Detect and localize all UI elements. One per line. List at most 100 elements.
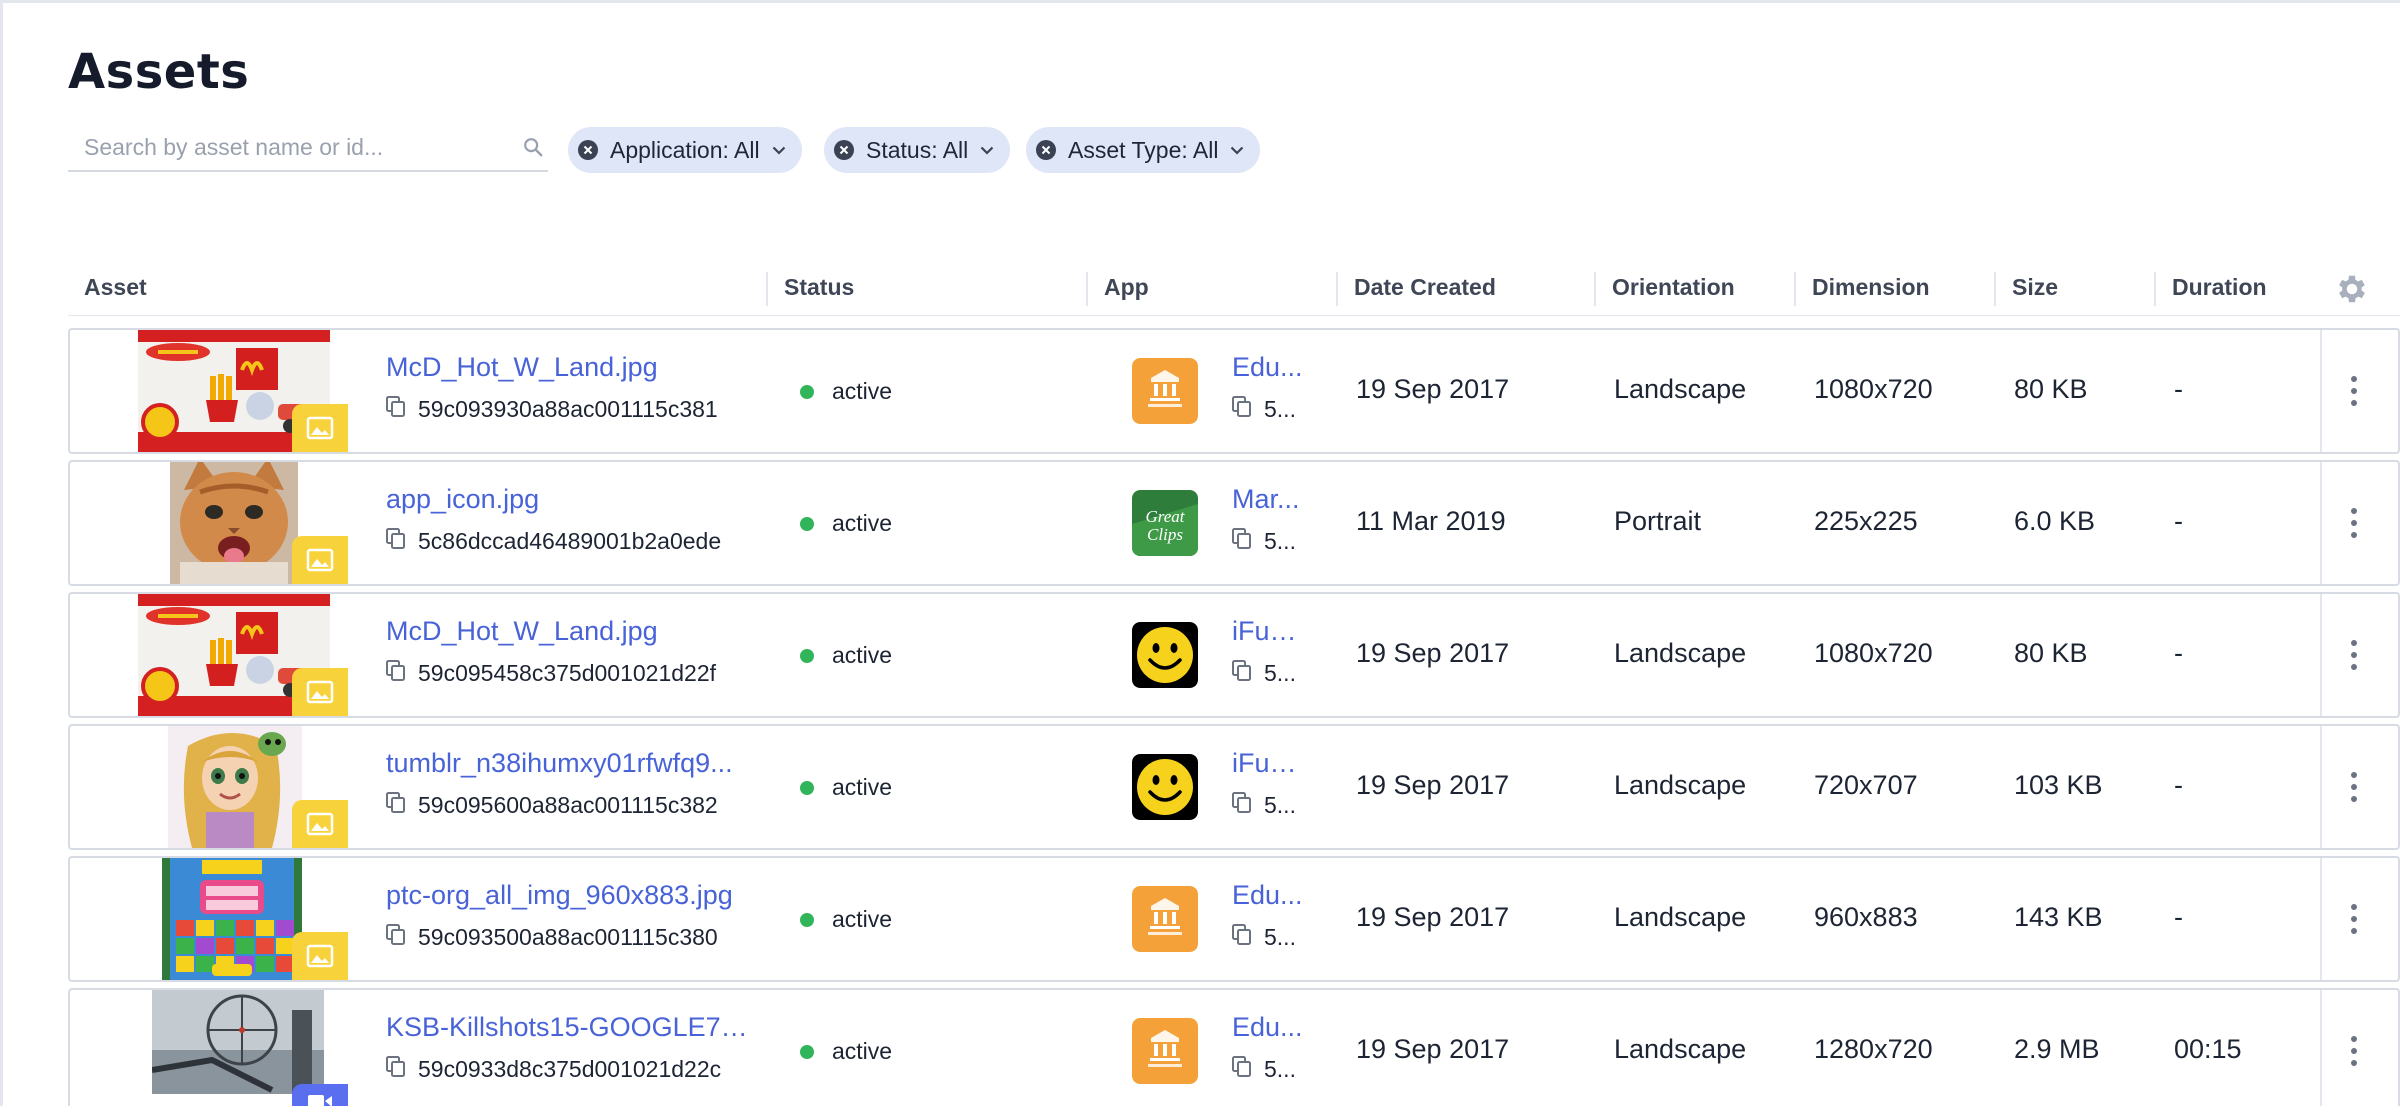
education-first-icon[interactable]	[1132, 358, 1198, 424]
more-options-icon[interactable]	[2348, 904, 2360, 934]
more-options-icon[interactable]	[2348, 640, 2360, 670]
toon-blast-image	[162, 858, 302, 980]
copy-icon[interactable]	[386, 791, 406, 814]
asset-name-link[interactable]: McD_Hot_W_Land.jpg	[386, 352, 756, 383]
table-row[interactable]: ptc-org_all_img_960x883.jpg 59c093500a88…	[68, 856, 2400, 982]
smiley-icon[interactable]	[1132, 754, 1198, 820]
column-divider[interactable]	[2154, 272, 2156, 306]
column-header-duration[interactable]: Duration	[2172, 274, 2267, 301]
column-header-orientation[interactable]: Orientation	[1612, 274, 1735, 301]
asset-thumbnail[interactable]	[114, 990, 348, 1106]
great-clips-icon[interactable]: GreatClips	[1132, 490, 1198, 556]
column-header-asset[interactable]: Asset	[84, 274, 147, 301]
table-row[interactable]: McD_Hot_W_Land.jpg 59c093930a88ac001115c…	[68, 328, 2400, 454]
clear-filter-icon[interactable]	[578, 140, 598, 160]
duration-cell: -	[2174, 902, 2183, 932]
copy-icon[interactable]	[1232, 924, 1252, 946]
orientation-cell: Landscape	[1614, 902, 1747, 932]
filter-chip-application[interactable]: Application: All	[568, 127, 802, 173]
filter-chip-status[interactable]: Status: All	[824, 127, 1011, 173]
search-icon[interactable]	[522, 136, 544, 158]
asset-id: 59c095600a88ac001115c382	[386, 791, 718, 819]
filter-chip-asset-type[interactable]: Asset Type: All	[1026, 127, 1261, 173]
asset-name-link[interactable]: app_icon.jpg	[386, 484, 756, 515]
asset-name-link[interactable]: tumblr_n38ihumxy01rfwfq9...	[386, 748, 756, 779]
app-name-link[interactable]: Edu...	[1232, 352, 1304, 383]
asset-thumbnail[interactable]	[114, 726, 348, 848]
column-header-status[interactable]: Status	[784, 274, 854, 301]
clear-filter-icon[interactable]	[1036, 140, 1056, 160]
app-id: 5...	[1232, 1056, 1304, 1083]
asset-id: 59c095458c375d001021d22f	[386, 659, 717, 687]
orientation-cell: Landscape	[1614, 374, 1747, 404]
more-options-icon[interactable]	[2348, 508, 2360, 538]
table-row[interactable]: KSB-Killshots15-GOOGLE72... 59c0933d8c37…	[68, 988, 2400, 1106]
column-divider[interactable]	[766, 272, 768, 306]
date-created-cell: 19 Sep 2017	[1356, 374, 1510, 404]
column-divider[interactable]	[1994, 272, 1996, 306]
image-type-badge	[292, 536, 348, 584]
dimension-cell: 720x707	[1814, 770, 1918, 800]
asset-name-link[interactable]: McD_Hot_W_Land.jpg	[386, 616, 756, 647]
image-type-badge	[292, 932, 348, 980]
copy-icon[interactable]	[1232, 528, 1252, 550]
status-text: active	[832, 642, 893, 668]
image-icon	[306, 680, 334, 704]
more-options-icon[interactable]	[2348, 376, 2360, 406]
education-first-icon[interactable]	[1132, 886, 1198, 952]
status-dot	[800, 780, 814, 795]
asset-id-text: 59c0933d8c375d001021d22c	[418, 1056, 722, 1082]
column-header-date-created[interactable]: Date Created	[1354, 274, 1496, 301]
more-options-icon[interactable]	[2348, 772, 2360, 802]
asset-name-link[interactable]: KSB-Killshots15-GOOGLE72...	[386, 1012, 756, 1043]
table-row[interactable]: McD_Hot_W_Land.jpg 59c095458c375d001021d…	[68, 592, 2400, 718]
app-name-link[interactable]: Edu...	[1232, 1012, 1304, 1043]
copy-icon[interactable]	[386, 395, 406, 418]
row-divider	[2320, 858, 2322, 980]
table-row[interactable]: app_icon.jpg 5c86dccad46489001b2a0ede ac…	[68, 460, 2400, 586]
rapunzel-image	[168, 726, 302, 848]
row-divider	[2320, 990, 2322, 1106]
app-name-link[interactable]: Mar...	[1232, 484, 1304, 515]
column-header-size[interactable]: Size	[2012, 274, 2058, 301]
asset-id-text: 59c095458c375d001021d22f	[418, 660, 717, 686]
copy-icon[interactable]	[1232, 1056, 1252, 1078]
column-divider[interactable]	[1594, 272, 1596, 306]
asset-thumbnail[interactable]	[114, 330, 348, 452]
gear-icon[interactable]	[2334, 271, 2370, 307]
table-row[interactable]: tumblr_n38ihumxy01rfwfq9... 59c095600a88…	[68, 724, 2400, 850]
search-input[interactable]	[84, 130, 504, 164]
asset-thumbnail[interactable]	[114, 858, 348, 980]
copy-icon[interactable]	[1232, 396, 1252, 418]
copy-icon[interactable]	[386, 527, 406, 550]
filter-label: Status: All	[866, 136, 969, 163]
search-box[interactable]	[68, 122, 548, 172]
copy-icon[interactable]	[1232, 792, 1252, 814]
asset-thumbnail[interactable]	[114, 462, 348, 584]
app-name-link[interactable]: iFun...	[1232, 748, 1304, 779]
smiley-icon[interactable]	[1132, 622, 1198, 688]
app-id: 5...	[1232, 528, 1304, 555]
app-name-link[interactable]: iFun...	[1232, 616, 1304, 647]
app-name-link[interactable]: Edu...	[1232, 880, 1304, 911]
copy-icon[interactable]	[386, 659, 406, 682]
size-cell: 80 KB	[2014, 374, 2088, 404]
column-divider[interactable]	[1086, 272, 1088, 306]
education-first-icon[interactable]	[1132, 1018, 1198, 1084]
copy-icon[interactable]	[386, 1055, 406, 1078]
column-header-app[interactable]: App	[1104, 274, 1149, 301]
clear-filter-icon[interactable]	[834, 140, 854, 160]
copy-icon[interactable]	[386, 923, 406, 946]
more-options-icon[interactable]	[2348, 1036, 2360, 1066]
column-divider[interactable]	[1336, 272, 1338, 306]
asset-id-text: 59c093930a88ac001115c381	[418, 396, 718, 422]
asset-thumbnail[interactable]	[114, 594, 348, 716]
image-type-badge	[292, 800, 348, 848]
asset-name-link[interactable]: ptc-org_all_img_960x883.jpg	[386, 880, 756, 911]
copy-icon[interactable]	[1232, 660, 1252, 682]
date-created-cell: 19 Sep 2017	[1356, 770, 1510, 800]
status-dot	[800, 912, 814, 927]
date-created-cell: 19 Sep 2017	[1356, 1034, 1510, 1064]
column-header-dimension[interactable]: Dimension	[1812, 274, 1930, 301]
column-divider[interactable]	[1794, 272, 1796, 306]
